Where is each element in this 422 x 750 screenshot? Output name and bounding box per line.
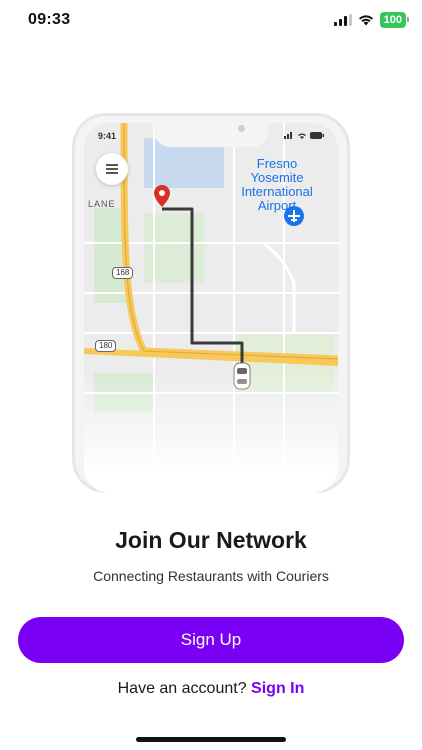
phone-time: 9:41 (98, 131, 117, 141)
street-label-lane: LANE (88, 199, 116, 209)
home-indicator (136, 737, 286, 742)
wifi-icon (358, 15, 373, 26)
highway-180-shield: 180 (95, 340, 117, 352)
sign-up-button[interactable]: Sign Up (18, 617, 404, 663)
battery-indicator: 100 (379, 12, 410, 28)
phone-wifi-icon (298, 133, 306, 139)
phone-battery-icon (310, 132, 324, 139)
phone-notch (154, 123, 268, 147)
status-icons: 100 (333, 12, 410, 28)
highway-168-shield: 168 (112, 267, 134, 279)
signal-icon (333, 14, 352, 26)
hamburger-menu-icon (106, 164, 118, 174)
sign-in-link[interactable]: Sign In (251, 680, 304, 697)
airport-label: Fresno Yosemite International Airport (241, 156, 313, 213)
camera-dot (238, 125, 245, 132)
account-prompt-text: Have an account? (117, 680, 247, 697)
phone-status-icons (284, 132, 324, 139)
sign-in-prompt: Have an account? Sign In (0, 680, 422, 698)
status-bar: 09:33 100 (0, 0, 422, 44)
phone-signal-icon (284, 132, 292, 139)
page-subtitle: Connecting Restaurants with Couriers (93, 568, 329, 584)
status-time: 09:33 (28, 11, 71, 28)
map-fade (84, 373, 338, 493)
map-menu-button (96, 153, 128, 185)
page-title: Join Our Network (115, 527, 307, 553)
